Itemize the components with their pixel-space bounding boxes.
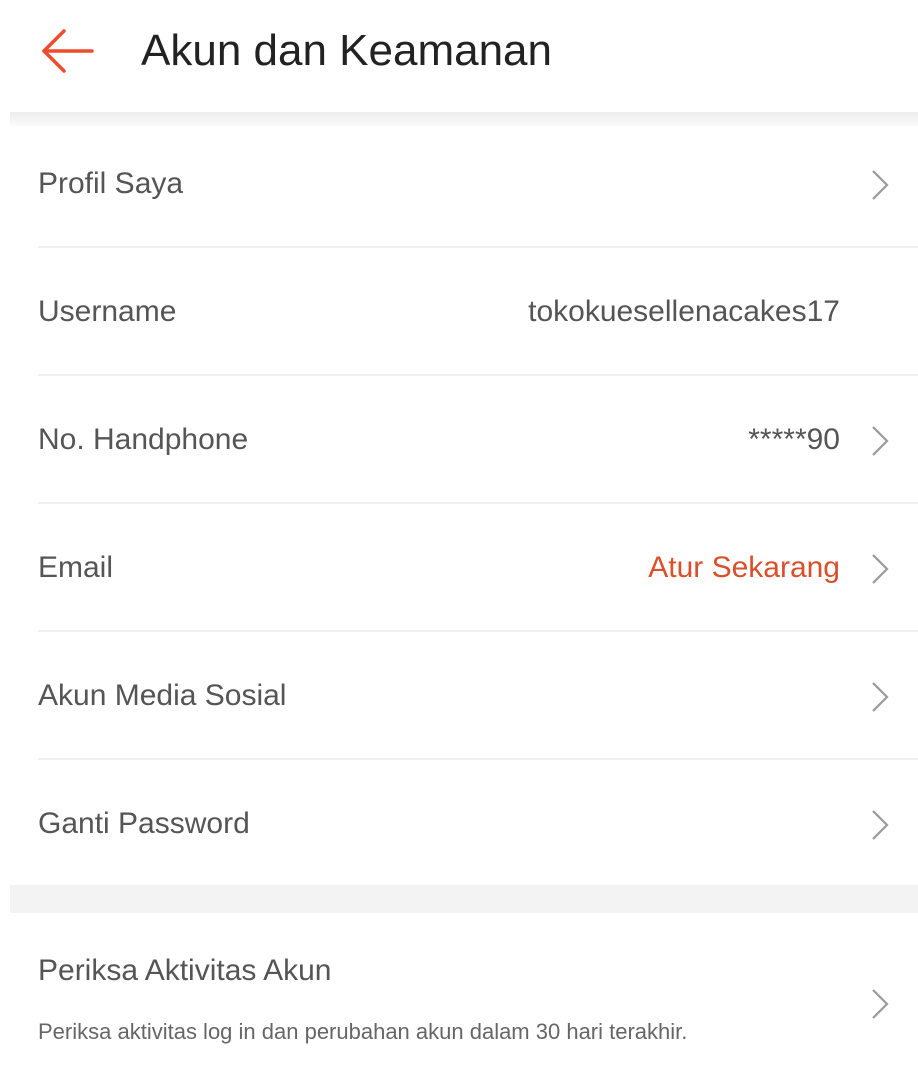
menu-item-ganti-password[interactable]: Ganti Password: [0, 760, 918, 888]
arrow-left-icon: [42, 29, 94, 73]
menu-item-description: Periksa aktivitas log in dan perubahan a…: [38, 1019, 688, 1044]
menu-item-label: Username: [38, 295, 177, 328]
menu-item-label: Email: [38, 551, 114, 584]
menu-item-label: Profil Saya: [38, 167, 184, 200]
menu-item-label: Akun Media Sosial: [38, 679, 287, 712]
page-title: Akun dan Keamanan: [141, 26, 552, 75]
back-button[interactable]: [38, 26, 98, 76]
menu-item-profil-saya[interactable]: Profil Saya: [0, 120, 918, 248]
menu-item-no-handphone[interactable]: No. Handphone *****90: [0, 376, 918, 504]
menu-item-label: Periksa Aktivitas Akun: [38, 954, 332, 987]
section-separator: [10, 885, 918, 913]
menu-item-email[interactable]: Email Atur Sekarang: [0, 504, 918, 632]
phone-value: *****90: [748, 423, 840, 456]
menu-item-label: Ganti Password: [38, 807, 250, 840]
chevron-right-icon: [872, 810, 889, 840]
chevron-right-icon: [872, 989, 889, 1019]
chevron-right-icon: [872, 554, 889, 584]
menu-item-username[interactable]: Username tokokuesellenacakes17: [0, 248, 918, 376]
chevron-right-icon: [872, 426, 889, 456]
account-settings-list: Profil Saya Username tokokuesellenacakes…: [0, 120, 918, 888]
menu-item-periksa-aktivitas-akun[interactable]: Periksa Aktivitas Akun Periksa aktivitas…: [0, 913, 918, 1090]
chevron-right-icon: [872, 170, 889, 200]
username-value: tokokuesellenacakes17: [528, 295, 840, 328]
email-set-now-link[interactable]: Atur Sekarang: [648, 544, 840, 592]
app-header: Akun dan Keamanan: [0, 0, 918, 112]
menu-item-label: No. Handphone: [38, 423, 249, 456]
menu-item-akun-media-sosial[interactable]: Akun Media Sosial: [0, 632, 918, 760]
chevron-right-icon: [872, 682, 889, 712]
